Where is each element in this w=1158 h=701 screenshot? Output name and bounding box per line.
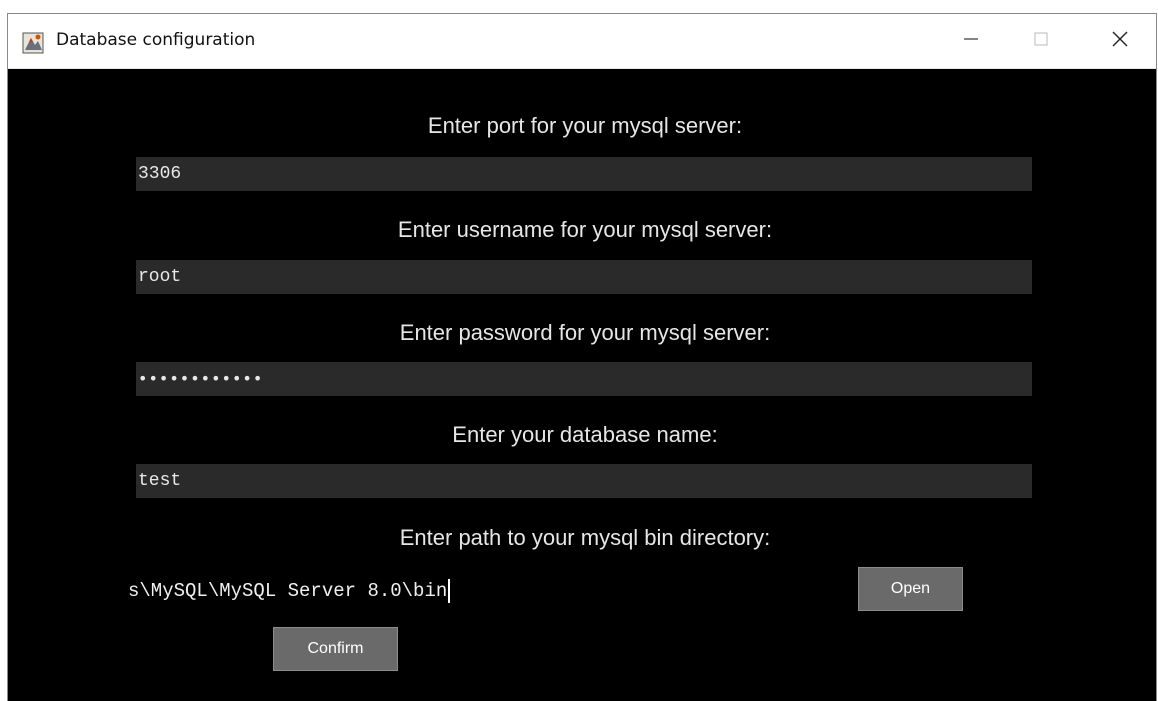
database-label: Enter your database name:	[452, 422, 718, 447]
maximize-button[interactable]	[1013, 14, 1069, 68]
password-label: Enter password for your mysql server:	[399, 320, 771, 345]
bin-path-label: Enter path to your mysql bin directory:	[399, 525, 771, 550]
port-input[interactable]: 3306	[136, 157, 1032, 191]
minimize-icon	[963, 31, 979, 52]
database-input[interactable]: test	[136, 464, 1032, 498]
password-input[interactable]: ••••••••••••	[136, 362, 1032, 396]
window-title: Database configuration	[56, 30, 256, 50]
title-bar: Database configuration	[8, 14, 1156, 69]
confirm-button[interactable]: Confirm	[273, 627, 398, 671]
close-button[interactable]	[1092, 14, 1148, 68]
config-window: Database configuration Enter port for yo…	[8, 14, 1156, 701]
username-input[interactable]: root	[136, 260, 1032, 294]
port-label: Enter port for your mysql server:	[427, 113, 743, 138]
open-button[interactable]: Open	[858, 567, 963, 611]
text-caret	[448, 578, 451, 603]
bin-path-value: s\MySQL\MySQL Server 8.0\bin	[128, 580, 448, 602]
close-icon	[1111, 30, 1129, 53]
username-label: Enter username for your mysql server:	[397, 217, 773, 242]
java-app-icon	[22, 32, 44, 54]
form-panel: Enter port for your mysql server: 3306 E…	[8, 69, 1156, 701]
minimize-button[interactable]	[943, 14, 999, 68]
maximize-icon	[1033, 31, 1049, 52]
bin-path-input[interactable]: s\MySQL\MySQL Server 8.0\bin	[128, 574, 568, 608]
